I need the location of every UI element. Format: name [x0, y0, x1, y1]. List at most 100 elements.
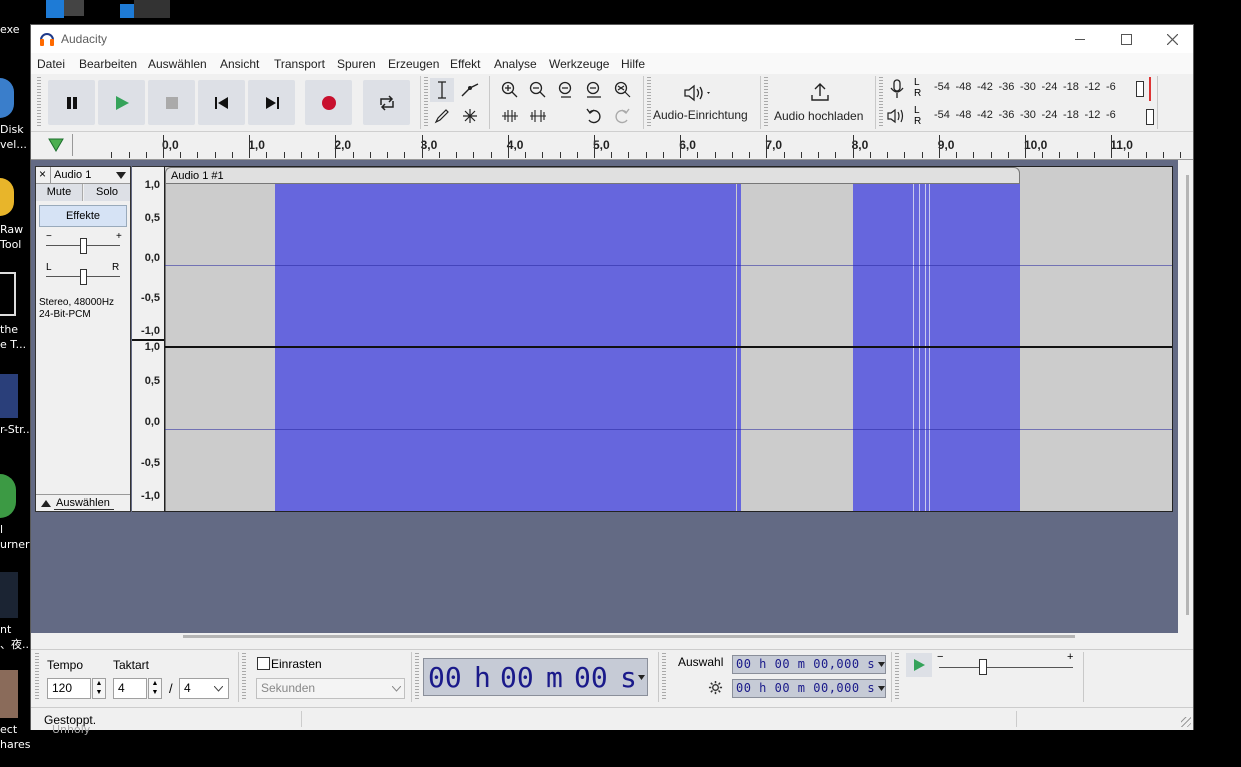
zoom-toggle-icon[interactable]: [610, 78, 634, 102]
draw-tool-icon[interactable]: [430, 104, 454, 128]
snap-unit-select[interactable]: Sekunden: [256, 678, 405, 699]
chevron-down-icon[interactable]: [878, 686, 885, 691]
speed-slider[interactable]: [939, 667, 1073, 668]
amplitude-ruler[interactable]: 1,0 0,5 0,0 -0,5 -1,0 1,0 0,5 0,0 -0,5 -1,0: [132, 166, 164, 512]
toolbar-grip[interactable]: [415, 653, 419, 701]
disk-icon[interactable]: [0, 78, 14, 118]
skip-start-button[interactable]: [198, 80, 245, 125]
numerator-stepper[interactable]: ▲ ▼: [148, 678, 162, 699]
menu-erzeugen[interactable]: Erzeugen: [388, 57, 439, 71]
selection-tool-icon[interactable]: [430, 78, 454, 102]
fit-selection-icon[interactable]: [554, 78, 578, 102]
toolbar-grip[interactable]: [424, 77, 428, 127]
close-track-icon[interactable]: ×: [39, 167, 46, 181]
menu-bearbeiten[interactable]: Bearbeiten: [79, 57, 137, 71]
zoom-in-icon[interactable]: [498, 78, 522, 102]
play-at-speed-button[interactable]: [906, 653, 932, 677]
toolbar-grip[interactable]: [764, 77, 768, 127]
maximize-button[interactable]: [1103, 25, 1149, 53]
menu-ansicht[interactable]: Ansicht: [220, 57, 259, 71]
microphone-icon[interactable]: [889, 79, 905, 99]
horizontal-scrollbar[interactable]: [183, 635, 1075, 638]
toolbar-grip[interactable]: [35, 653, 39, 701]
trim-outside-icon[interactable]: [498, 104, 522, 128]
play-button[interactable]: [98, 80, 145, 125]
toolbar-grip[interactable]: [662, 653, 666, 701]
toolbar-grip[interactable]: [879, 77, 883, 127]
shield-icon[interactable]: [0, 178, 14, 216]
track-name[interactable]: Audio 1: [54, 169, 91, 181]
track-select-button[interactable]: Auswählen: [36, 494, 130, 512]
desktop-shortcut-icon[interactable]: [120, 4, 134, 18]
track-menu-chevron-icon[interactable]: [116, 172, 126, 179]
fit-project-icon[interactable]: [582, 78, 606, 102]
skip-end-button[interactable]: [248, 80, 295, 125]
vertical-scrollbar[interactable]: [1186, 175, 1189, 615]
minimize-button[interactable]: [1057, 25, 1103, 53]
mute-button[interactable]: Mute: [36, 184, 83, 201]
undo-icon[interactable]: [582, 104, 606, 128]
gear-icon[interactable]: [708, 680, 723, 695]
waveform-view[interactable]: Audio 1 #1: [164, 166, 1173, 512]
track-area[interactable]: × Audio 1 Mute Solo Effekte − + L R Ster…: [31, 160, 1189, 638]
toolbar-grip[interactable]: [37, 77, 41, 127]
timeline-ruler[interactable]: 0,0 1,0 2,0 3,0 4,0 5,0 6,0 7,0 8,0 9,0 10,0 11,0: [31, 132, 1193, 160]
document-icon[interactable]: [0, 272, 16, 316]
chevron-down-icon[interactable]: [638, 675, 645, 680]
menu-hilfe[interactable]: Hilfe: [621, 57, 645, 71]
toolbar-grip[interactable]: [895, 653, 899, 701]
meter-slider-thumb[interactable]: [1136, 81, 1144, 97]
app-icon[interactable]: [0, 572, 18, 618]
app-icon[interactable]: [0, 374, 18, 418]
loop-button[interactable]: [363, 80, 410, 125]
snap-checkbox[interactable]: [257, 657, 270, 670]
chevron-down-icon[interactable]: [392, 686, 401, 692]
disc-icon[interactable]: [0, 474, 16, 518]
desktop-app-icon[interactable]: [64, 0, 84, 16]
resize-grip-icon[interactable]: [1181, 717, 1191, 727]
meter-slider-thumb[interactable]: [1146, 109, 1154, 125]
desktop-app-icon[interactable]: [134, 0, 170, 18]
envelope-tool-icon[interactable]: [458, 78, 482, 102]
selection-end-field[interactable]: 00 h 00 m 00,000 s: [732, 679, 886, 698]
pan-slider-thumb[interactable]: [80, 269, 87, 285]
tempo-input[interactable]: 120: [47, 678, 91, 699]
chevron-down-icon[interactable]: [878, 662, 885, 667]
chevron-down-icon[interactable]: [214, 686, 223, 692]
menu-analyse[interactable]: Analyse: [494, 57, 537, 71]
multi-tool-icon[interactable]: [458, 104, 482, 128]
silence-selection-icon[interactable]: [526, 104, 550, 128]
menu-transport[interactable]: Transport: [274, 57, 325, 71]
close-button[interactable]: [1149, 25, 1195, 53]
menu-werkzeuge[interactable]: Werkzeuge: [549, 57, 609, 71]
pause-button[interactable]: [48, 80, 95, 125]
gain-slider-thumb[interactable]: [80, 238, 87, 254]
redo-icon[interactable]: [610, 104, 634, 128]
effects-button[interactable]: Effekte: [39, 205, 127, 227]
time-signature-numerator[interactable]: 4: [113, 678, 147, 699]
title-bar[interactable]: Audacity: [31, 25, 1193, 53]
pin-play-head-button[interactable]: [42, 134, 73, 156]
solo-button[interactable]: Solo: [84, 184, 130, 201]
desktop-shortcut-icon[interactable]: [46, 0, 64, 18]
menu-auswaehlen[interactable]: Auswählen: [148, 57, 207, 71]
share-audio-button[interactable]: Audio hochladen: [771, 78, 869, 128]
speed-slider-thumb[interactable]: [979, 659, 987, 675]
collapse-track-icon[interactable]: [41, 500, 51, 507]
menu-effekt[interactable]: Effekt: [450, 57, 480, 71]
menu-spuren[interactable]: Spuren: [337, 57, 376, 71]
recording-meter[interactable]: L R -54 -48 -42 -36 -30 -24 -18 -12 -6: [910, 77, 1160, 101]
playback-meter[interactable]: L R -54 -48 -42 -36 -30 -24 -18 -12 -6: [910, 105, 1160, 129]
audio-setup-button[interactable]: Audio-Einrichtung: [651, 78, 755, 128]
stop-button[interactable]: [148, 80, 195, 125]
menu-datei[interactable]: Datei: [37, 57, 65, 71]
zoom-out-icon[interactable]: [526, 78, 550, 102]
selection-start-field[interactable]: 00 h 00 m 00,000 s: [732, 655, 886, 674]
record-button[interactable]: [305, 80, 352, 125]
tempo-stepper[interactable]: ▲ ▼: [92, 678, 106, 699]
speaker-meter-icon[interactable]: [887, 108, 907, 124]
clip-header[interactable]: Audio 1 #1: [165, 167, 1020, 184]
time-display[interactable]: 00 h 00 m 00 s: [423, 658, 648, 696]
app-icon[interactable]: [0, 670, 18, 718]
toolbar-grip[interactable]: [242, 653, 246, 701]
